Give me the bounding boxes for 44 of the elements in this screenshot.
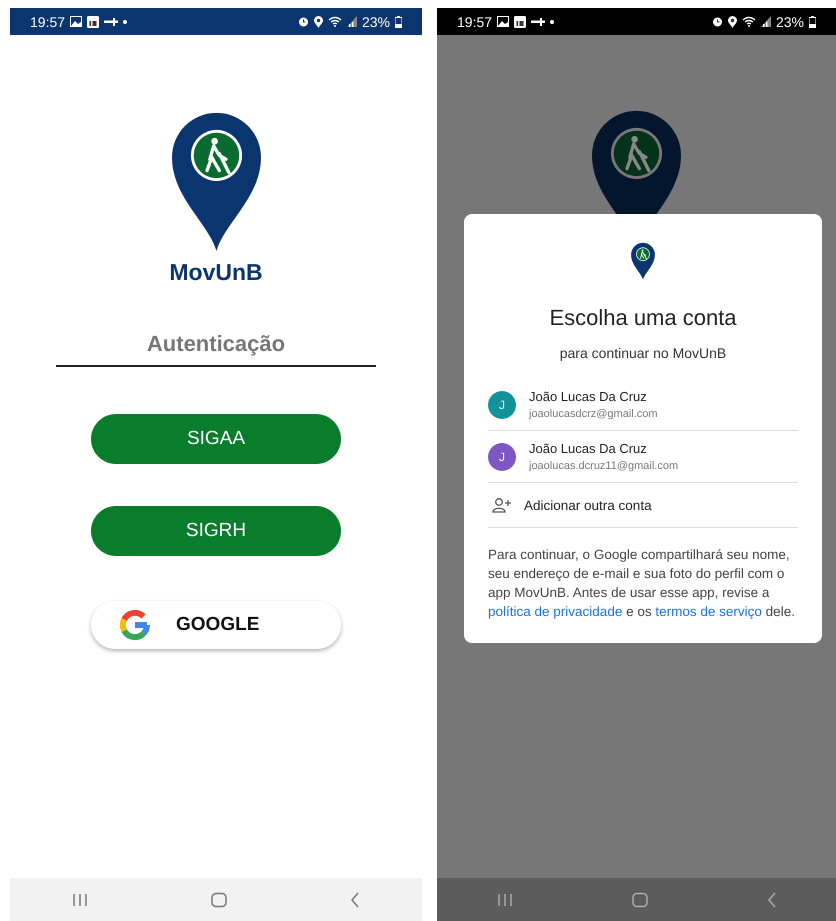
location-icon (314, 16, 323, 28)
location-icon (728, 16, 737, 28)
dot-icon (550, 20, 554, 24)
google-logo-icon (118, 608, 152, 642)
dot-icon (123, 20, 128, 24)
signal-icon (760, 16, 771, 27)
account-item[interactable]: J João Lucas Da Cruz joaolucas.dcruz11@gmail.com (488, 431, 798, 483)
battery-level: 23% (362, 14, 390, 30)
login-button[interactable]: SIGAA (91, 414, 341, 464)
battery-icon (395, 16, 402, 28)
add-person-icon (492, 497, 512, 513)
account-email: joaolucasdcrz@gmail.com (529, 408, 658, 420)
google-login-button[interactable]: GOOGLE (91, 601, 341, 649)
gallery-icon (497, 16, 510, 27)
section-heading: Autenticação (56, 331, 376, 367)
consent-notice: Para continuar, o Google compartilhará seu nome, seu endereço de e-mail e sua foto do perfil com o app MovUnB. Antes de usar esse app, revise a política de privacidade e os termos de serviço dele. (488, 546, 796, 621)
app-title: MovUnB (169, 259, 263, 286)
policy-link[interactable]: termos de serviço (655, 604, 762, 619)
gallery-icon (70, 16, 82, 27)
battery-icon (809, 16, 816, 28)
battery-level: 23% (776, 14, 804, 30)
status-time: 19:57 (30, 14, 66, 30)
wifi-icon (328, 16, 342, 27)
login-button[interactable]: SIGRH (91, 506, 341, 556)
policy-link[interactable]: política de privacidade (488, 604, 622, 619)
app-square-icon (87, 16, 100, 28)
key-icon (104, 18, 118, 26)
signal-icon (346, 16, 357, 27)
avatar: J (488, 442, 516, 470)
dialog-title: Escolha uma conta (549, 305, 737, 331)
wifi-icon (742, 16, 756, 27)
key-icon (531, 18, 546, 26)
add-account-button[interactable]: Adicionar outra conta (488, 483, 798, 528)
avatar: J (488, 390, 516, 418)
account-name: João Lucas Da Cruz (529, 389, 648, 404)
alarm-icon (298, 16, 309, 27)
account-email: joaolucas.dcruz11@gmail.com (529, 460, 678, 472)
status-time: 19:57 (457, 14, 492, 30)
account-name: João Lucas Da Cruz (529, 441, 648, 456)
map-pin-logo-icon (630, 242, 656, 280)
app-square-icon (514, 16, 526, 28)
alarm-icon (712, 16, 723, 27)
account-item[interactable]: J João Lucas Da Cruz joaolucasdcrz@gmail.com (488, 379, 798, 431)
dialog-subtitle: para continuar no MovUnB (560, 345, 726, 361)
